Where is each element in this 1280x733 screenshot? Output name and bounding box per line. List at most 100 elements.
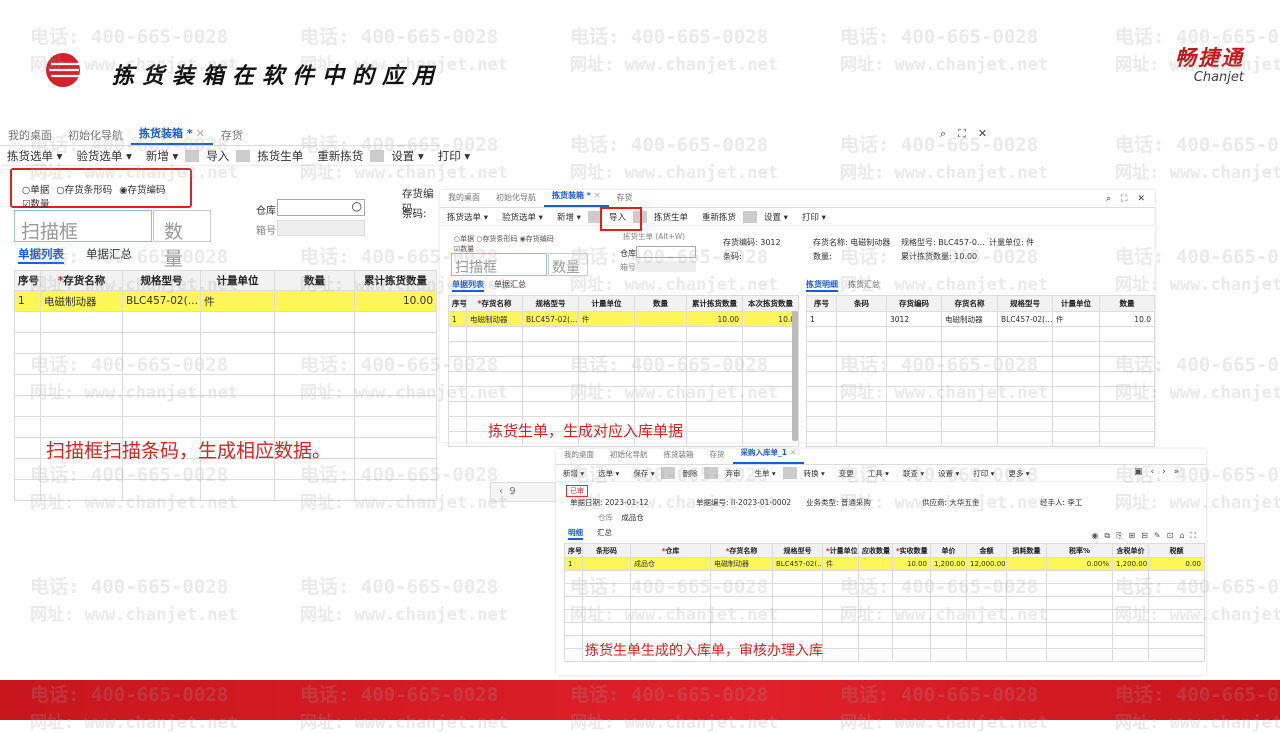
toolbar-item-4[interactable]: 拣货生单: [250, 148, 310, 164]
toolbar-item-0[interactable]: 拣货选单 ▾: [440, 211, 495, 223]
toolbar-item-5[interactable]: 重新拣货: [695, 211, 743, 223]
table-row[interactable]: [448, 326, 799, 342]
subtab-0[interactable]: 单据列表: [452, 279, 484, 292]
maximize-icon[interactable]: ⛶: [958, 127, 966, 141]
tab-0[interactable]: 我的桌面: [556, 445, 602, 464]
maximize-icon[interactable]: ⛶: [1121, 194, 1127, 204]
table-row[interactable]: 1 电磁制动器 BLC457-02(… 件 10.00 10.0: [448, 311, 799, 327]
toolbar-item-7[interactable]: 打印 ▾: [795, 211, 833, 223]
toolbar-item-4[interactable]: 拣货生单: [647, 211, 695, 223]
radio-barcode[interactable]: 存货条形码: [482, 235, 517, 243]
table-row[interactable]: 1 3012 电磁制动器 BLC457-02(… 件 10.0: [806, 311, 1155, 327]
table-row[interactable]: [448, 401, 799, 417]
search-icon[interactable]: ○: [352, 199, 362, 213]
toolbar-item-8[interactable]: 工具 ▾: [861, 468, 896, 479]
scan-input[interactable]: 扫描框: [451, 253, 547, 276]
toolbar-item-6[interactable]: 设置 ▾: [757, 211, 795, 223]
table-row[interactable]: [14, 395, 437, 417]
prev-icon[interactable]: ‹: [1151, 467, 1155, 477]
table-row[interactable]: 1 成品仓 电磁制动器 BLC457-02(… 件 10.00 1,200.00 12,000…: [564, 557, 1205, 571]
quantity-input[interactable]: 数量: [548, 253, 588, 276]
edit-icon[interactable]: ✎: [1154, 531, 1161, 541]
checkbox-quantity[interactable]: ☑数量: [22, 196, 190, 210]
toolbar-item-5[interactable]: 生单 ▾: [747, 468, 782, 479]
scan-input[interactable]: 扫描框: [14, 210, 152, 243]
search-icon[interactable]: ⌕: [940, 127, 946, 141]
insert-icon[interactable]: ⊞: [1129, 531, 1136, 541]
toolbar-item-3[interactable]: 删除: [675, 468, 704, 479]
tab-3[interactable]: 存货: [213, 126, 251, 145]
table-row[interactable]: [448, 371, 799, 387]
toolbar-item-5[interactable]: 重新拣货: [310, 148, 370, 164]
table-row[interactable]: [806, 356, 1155, 372]
delete-icon[interactable]: ⊟: [1141, 531, 1148, 541]
toolbar-item-3[interactable]: 导入: [199, 148, 236, 164]
subtab-1[interactable]: 单据汇总: [494, 279, 526, 292]
image-icon[interactable]: ▣: [1134, 467, 1143, 477]
table-row[interactable]: [564, 570, 1205, 584]
close-icon[interactable]: ✕: [790, 448, 796, 457]
subtab-1[interactable]: 拣货汇总: [848, 279, 880, 292]
table-row[interactable]: [564, 622, 1205, 636]
table-row[interactable]: [14, 311, 437, 333]
table-row[interactable]: [564, 596, 1205, 610]
table-row[interactable]: [14, 332, 437, 354]
box-input[interactable]: [277, 220, 365, 236]
radio-item-code[interactable]: 存货编码: [526, 235, 554, 243]
checkbox-quantity[interactable]: 数量: [460, 245, 474, 253]
table-row[interactable]: [564, 583, 1205, 597]
tab-0[interactable]: 我的桌面: [0, 126, 60, 145]
radio-item-code[interactable]: ◉存货编码: [119, 185, 165, 196]
subtab-0[interactable]: 拣货明细: [806, 279, 838, 292]
table-row[interactable]: 1 电磁制动器 BLC457-02(… 件 10.00: [14, 290, 437, 312]
toolbar-item-10[interactable]: 设置 ▾: [931, 468, 966, 479]
close-icon[interactable]: ✕: [196, 127, 205, 140]
warehouse-value[interactable]: 成品仓: [621, 513, 644, 522]
radio-document[interactable]: 单据: [460, 235, 474, 243]
next-icon[interactable]: ›: [1162, 467, 1166, 477]
home-icon[interactable]: ⌂: [1179, 531, 1184, 541]
scrollbar[interactable]: [792, 311, 798, 441]
table-row[interactable]: [564, 609, 1205, 623]
table-row[interactable]: [14, 353, 437, 375]
toolbar-item-12[interactable]: 更多 ▾: [1001, 468, 1036, 479]
subtab-0[interactable]: 明细: [568, 527, 583, 540]
generate-button-highlight[interactable]: [600, 207, 642, 231]
radio-document[interactable]: ○单据: [22, 185, 49, 196]
tab-2[interactable]: 拣货装箱 * ✕: [131, 124, 213, 145]
toolbar-item-2[interactable]: 新增 ▾: [139, 148, 185, 164]
table-row[interactable]: [806, 401, 1155, 417]
table-row[interactable]: [806, 371, 1155, 387]
toolbar-item-1[interactable]: 验货选单 ▾: [69, 148, 138, 164]
search-icon[interactable]: ⌕: [1106, 194, 1111, 204]
subtab-0[interactable]: 单据列表: [18, 246, 64, 264]
toolbar-item-11[interactable]: 打印 ▾: [966, 468, 1001, 479]
warehouse-input[interactable]: ○: [277, 199, 365, 216]
subtab-1[interactable]: 汇总: [597, 527, 612, 540]
radio-barcode[interactable]: ○存货条形码: [56, 185, 112, 196]
quantity-input[interactable]: 数量: [153, 210, 211, 270]
tab-2[interactable]: 拣货装箱: [656, 445, 702, 464]
last-icon[interactable]: »: [1174, 467, 1180, 477]
toolbar-item-1[interactable]: 选单 ▾: [591, 468, 626, 479]
toolbar-item-4[interactable]: 弃审: [718, 468, 747, 479]
tab-1[interactable]: 初始化导航: [60, 126, 131, 145]
close-icon[interactable]: ✕: [1137, 194, 1145, 204]
lock-icon[interactable]: ⊡: [1167, 531, 1174, 541]
toolbar-item-9[interactable]: 联查 ▾: [896, 468, 931, 479]
tab-3[interactable]: 存货: [609, 188, 641, 207]
table-row[interactable]: [448, 356, 799, 372]
table-row[interactable]: [806, 386, 1155, 402]
location-icon[interactable]: ◉: [1091, 531, 1098, 541]
table-row[interactable]: [448, 341, 799, 357]
tab-1[interactable]: 初始化导航: [488, 188, 544, 207]
box-input[interactable]: [636, 261, 696, 272]
tab-2[interactable]: 拣货装箱 * ✕: [544, 186, 609, 207]
toolbar-item-6[interactable]: 设置 ▾: [384, 148, 430, 164]
toolbar-item-7[interactable]: 变更: [832, 468, 861, 479]
close-icon[interactable]: ✕: [594, 191, 601, 200]
table-row[interactable]: [448, 386, 799, 402]
table-row[interactable]: [14, 374, 437, 396]
tab-4[interactable]: 采购入库单_1 ✕: [732, 443, 805, 464]
table-row[interactable]: [806, 416, 1155, 432]
